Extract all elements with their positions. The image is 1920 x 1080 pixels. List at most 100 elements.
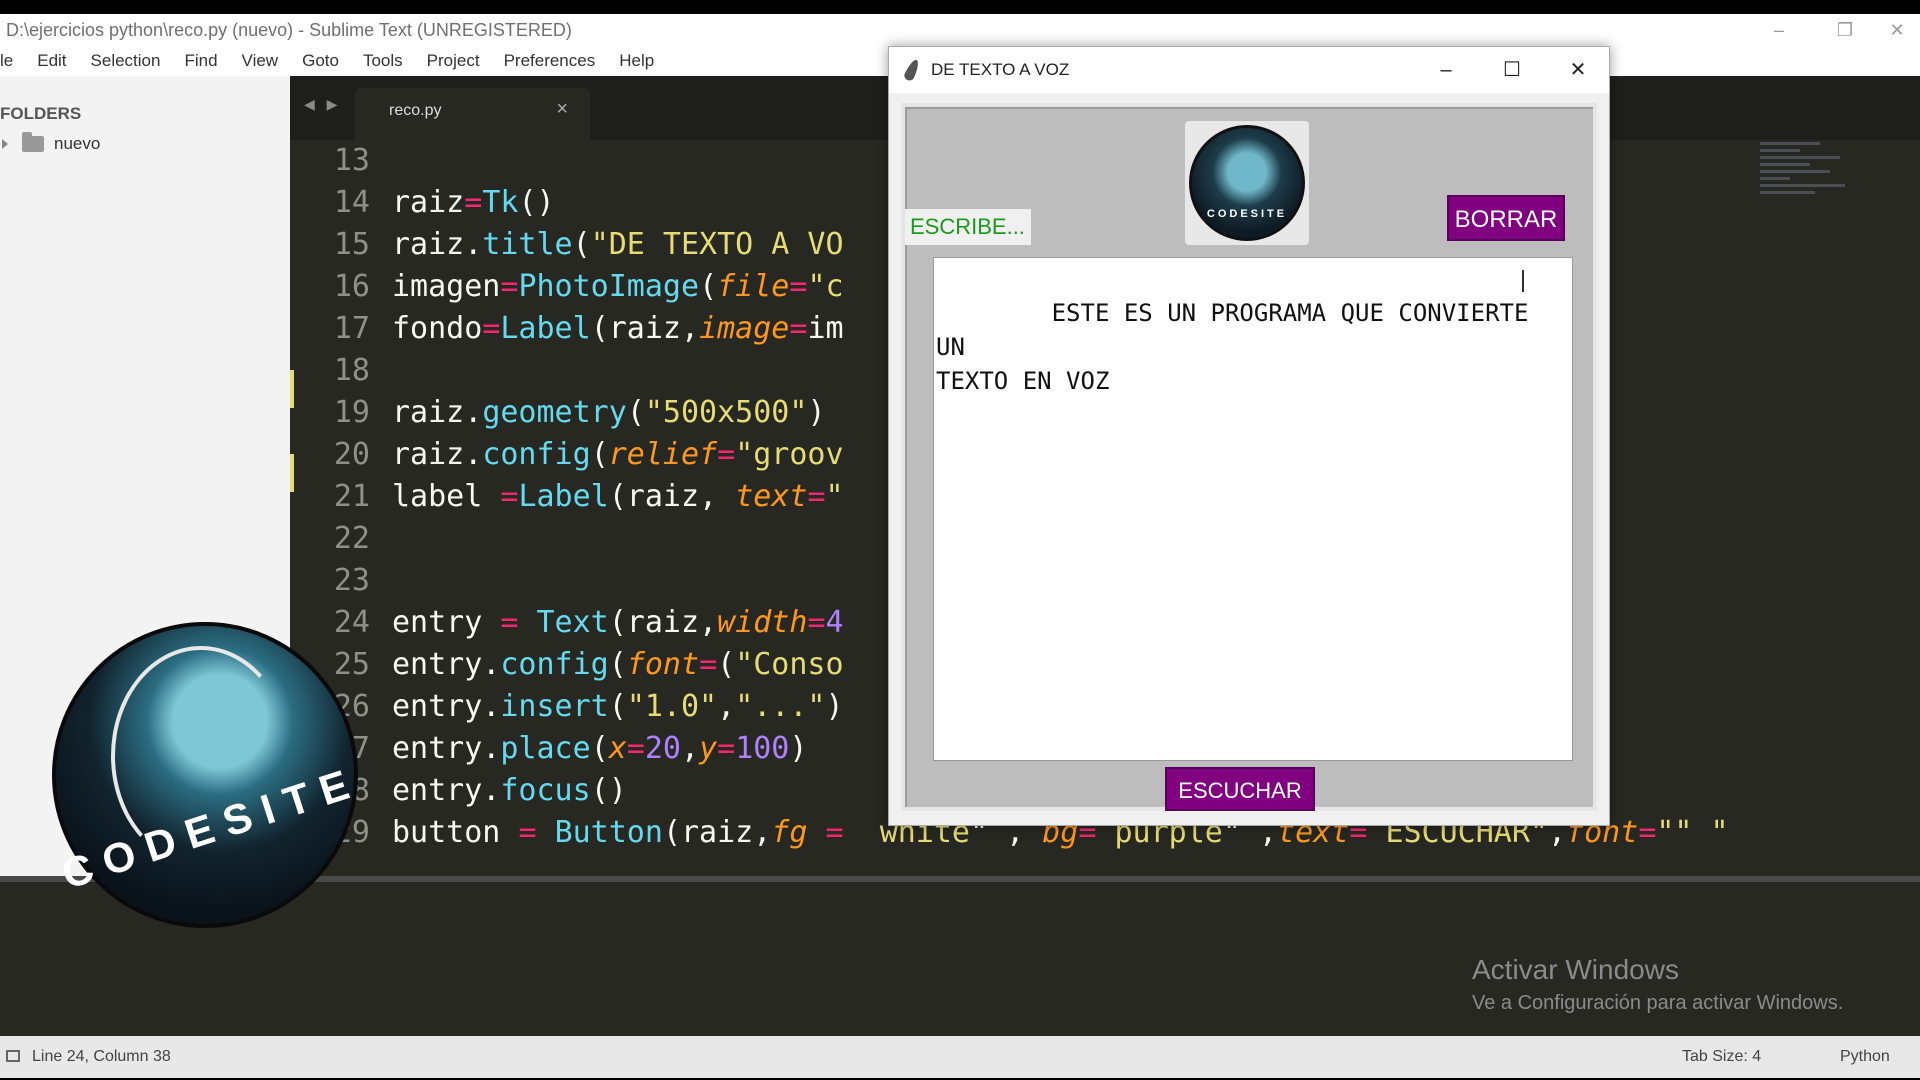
text-input-area[interactable]: ESTE ES UN PROGRAMA QUE CONVIERTE UN TEX… [933, 257, 1573, 761]
code-token: (raiz, [662, 815, 772, 850]
code-token: "1.0" [626, 689, 718, 724]
code-token: "..." [735, 689, 826, 724]
tab-size[interactable]: Tab Size: 4 [1682, 1036, 1761, 1078]
line-number: 23 [333, 563, 370, 598]
code-token: ( [590, 731, 609, 766]
menu-tools[interactable]: Tools [363, 51, 403, 71]
syntax-mode[interactable]: Python [1840, 1036, 1890, 1078]
code-token: "groov [735, 437, 844, 472]
code-token: place [500, 731, 591, 766]
tk-minimize-button[interactable]: – [1413, 47, 1479, 93]
editor-title: D:\ejercicios python\reco.py (nuevo) - S… [6, 20, 572, 40]
line-number: 17 [333, 311, 370, 346]
folder-icon [22, 132, 44, 152]
code-token: 100 [735, 731, 790, 766]
minimize-button[interactable]: – [1756, 14, 1802, 46]
code-token: fondo [392, 311, 483, 346]
desktop-screen: D:\ejercicios python\reco.py (nuevo) - S… [0, 14, 1920, 1078]
borrar-button[interactable]: BORRAR [1447, 195, 1565, 241]
cursor-position: Line 24, Column 38 [32, 1048, 171, 1065]
code-token: ( [590, 437, 609, 472]
line-number: 15 [333, 227, 370, 262]
code-token: text [735, 479, 808, 514]
menu-project[interactable]: Project [427, 51, 480, 71]
tk-window-title: DE TEXTO A VOZ [931, 60, 1070, 79]
tk-content: CODESITE ESCRIBE... BORRAR ESTE ES UN PR… [901, 103, 1597, 811]
code-token: ( [626, 395, 645, 430]
line-number: 21 [333, 479, 370, 514]
code-token: ( [572, 227, 591, 262]
escuchar-button[interactable]: ESCUCHAR [1165, 767, 1315, 811]
code-token: raiz. [392, 227, 483, 262]
code-token: entry [392, 605, 501, 640]
tab-label: reco.py [389, 102, 442, 119]
code-token: label [392, 479, 501, 514]
code-token: ( [699, 269, 718, 304]
code-token: = [807, 479, 826, 514]
code-token: Text [536, 605, 609, 640]
code-token: image [699, 311, 790, 346]
codesite-watermark-logo: CODESITE [52, 622, 366, 928]
code-token: config [482, 437, 591, 472]
menu-selection[interactable]: Selection [91, 51, 161, 71]
tab-close-icon[interactable]: × [556, 98, 568, 121]
code-token: = [500, 479, 519, 514]
menu-view[interactable]: View [242, 51, 279, 71]
code-token: im [807, 311, 844, 346]
tk-maximize-button[interactable]: ☐ [1479, 47, 1545, 93]
minimap[interactable] [1760, 138, 1850, 248]
activation-title: Activar Windows [1472, 954, 1679, 985]
restore-button[interactable]: ❐ [1822, 14, 1868, 46]
code-token: raiz [392, 185, 465, 220]
folder-label: nuevo [54, 134, 101, 153]
code-token: = [500, 605, 519, 640]
code-token: insert [500, 689, 609, 724]
line-number: 22 [333, 521, 370, 556]
menu-goto[interactable]: Goto [302, 51, 339, 71]
code-token: " [825, 479, 844, 514]
code-token: imagen [392, 269, 501, 304]
line-number: 13 [333, 143, 370, 178]
editor-title-bar: D:\ejercicios python\reco.py (nuevo) - S… [0, 14, 1920, 46]
code-token: = [825, 815, 844, 850]
code-token: focus [500, 773, 591, 808]
sidebar-folder-nuevo[interactable]: nuevo [0, 132, 101, 154]
code-token: entry. [392, 647, 501, 682]
menu-find[interactable]: Find [184, 51, 217, 71]
code-token: , [717, 689, 736, 724]
tab-nav-arrows-icon[interactable]: ◀ ▶ [304, 96, 341, 113]
panel-toggle-icon[interactable] [6, 1050, 20, 1062]
code-token: button [392, 815, 519, 850]
code-token: config [500, 647, 609, 682]
code-token: = [626, 731, 645, 766]
tk-title-bar: DE TEXTO A VOZ – ☐ ✕ [889, 47, 1609, 93]
code-token: (raiz, [608, 605, 718, 640]
code-token: entry. [392, 773, 501, 808]
tk-close-button[interactable]: ✕ [1545, 47, 1611, 93]
expand-arrow-icon[interactable] [2, 139, 8, 149]
code-token: = [1638, 815, 1657, 850]
menu-help[interactable]: Help [619, 51, 654, 71]
menu-edit[interactable]: Edit [37, 51, 66, 71]
code-token: () [590, 773, 627, 808]
code-token: = [482, 311, 501, 346]
close-button[interactable]: ✕ [1874, 14, 1920, 46]
code-token: = [699, 647, 718, 682]
code-token: 4 [825, 605, 844, 640]
menu-file[interactable]: le [0, 51, 13, 71]
line-number: 16 [333, 269, 370, 304]
code-token: geometry [482, 395, 627, 430]
code-token: ( [608, 689, 627, 724]
text-content: ESTE ES UN PROGRAMA QUE CONVIERTE UN TEX… [936, 299, 1529, 395]
status-bar: Line 24, Column 38 Tab Size: 4 Python [0, 1036, 1920, 1078]
tab-reco-py[interactable]: reco.py × [355, 88, 590, 140]
code-token: Label [518, 479, 609, 514]
code-token: ) [807, 395, 826, 430]
folders-header: FOLDERS [0, 104, 82, 123]
escribe-label: ESCRIBE... [905, 209, 1031, 245]
code-token: entry. [392, 689, 501, 724]
code-token: ( [608, 647, 627, 682]
menu-preferences[interactable]: Preferences [504, 51, 596, 71]
